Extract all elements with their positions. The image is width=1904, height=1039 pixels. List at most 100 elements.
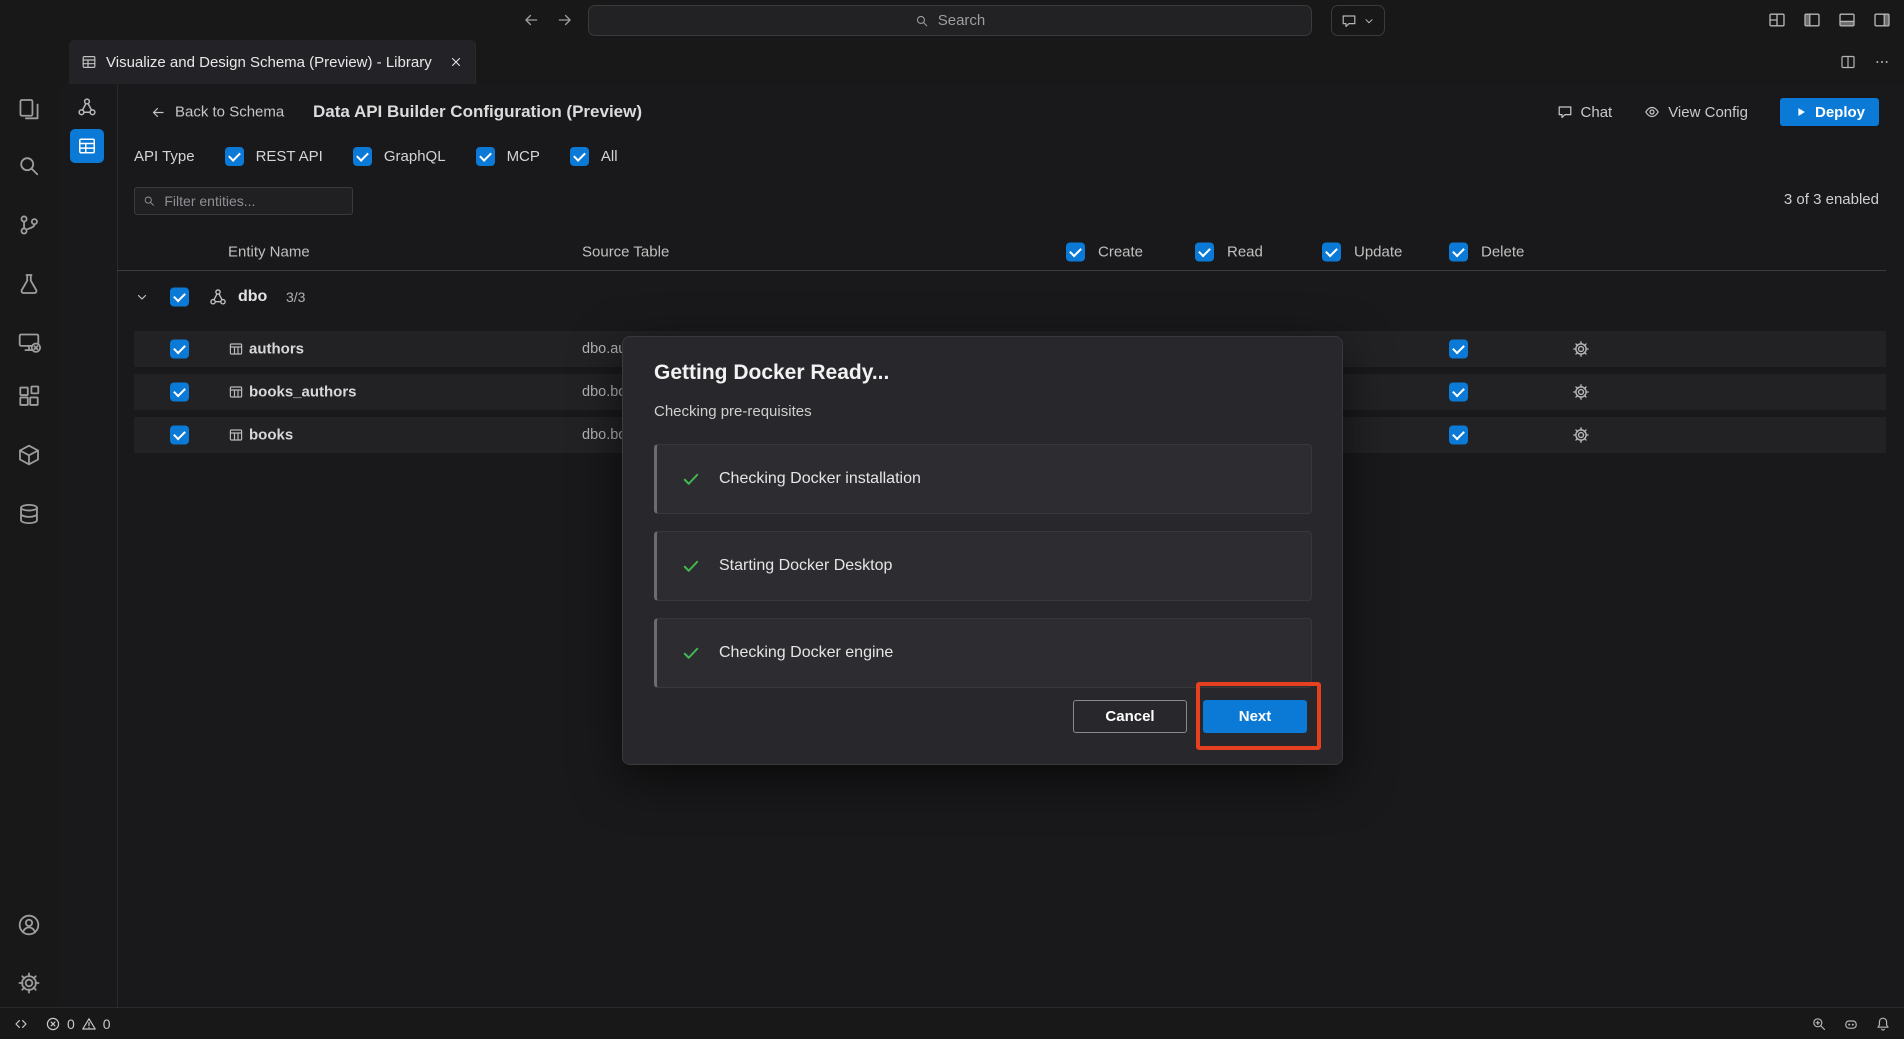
chat-button[interactable]: Chat bbox=[1557, 104, 1613, 121]
read-all-checkbox[interactable] bbox=[1195, 243, 1214, 262]
status-bar: 0 0 bbox=[0, 1007, 1904, 1039]
row-settings-gear-icon[interactable] bbox=[1572, 383, 1590, 401]
all-label: All bbox=[601, 148, 618, 165]
copilot-menu-button[interactable] bbox=[1331, 5, 1385, 36]
all-checkbox[interactable] bbox=[570, 147, 589, 166]
row-checkbox[interactable] bbox=[170, 383, 189, 402]
table-icon bbox=[228, 427, 244, 443]
extensions-icon bbox=[17, 385, 41, 409]
group-count: 3/3 bbox=[286, 289, 305, 305]
column-update: Update bbox=[1354, 244, 1402, 261]
settings-button[interactable] bbox=[17, 971, 41, 995]
view-config-label: View Config bbox=[1668, 104, 1748, 121]
toggle-secondary-sidebar-button[interactable] bbox=[1873, 11, 1891, 29]
zoom-magnifier-icon bbox=[1811, 1016, 1827, 1032]
problems-indicator[interactable]: 0 0 bbox=[45, 1016, 111, 1032]
delete-all-checkbox[interactable] bbox=[1449, 243, 1468, 262]
remote-disconnected-icon bbox=[17, 330, 41, 354]
settings-gear-icon bbox=[17, 971, 41, 995]
api-type-option-mcp[interactable]: MCP bbox=[476, 147, 540, 166]
sidebar-item-containers[interactable] bbox=[17, 443, 41, 467]
more-actions-button[interactable] bbox=[1874, 54, 1890, 70]
account-icon bbox=[17, 913, 41, 937]
notifications-button[interactable] bbox=[1875, 1016, 1891, 1032]
delete-checkbox[interactable] bbox=[1449, 383, 1468, 402]
mcp-checkbox[interactable] bbox=[476, 147, 495, 166]
nav-back-button[interactable] bbox=[522, 11, 540, 29]
update-all-checkbox[interactable] bbox=[1322, 243, 1341, 262]
container-cube-icon bbox=[17, 443, 41, 467]
zoom-indicator[interactable] bbox=[1811, 1016, 1827, 1032]
graphql-checkbox[interactable] bbox=[353, 147, 372, 166]
status-bar-right bbox=[1811, 1016, 1891, 1032]
filter-entities-field[interactable] bbox=[134, 187, 353, 215]
sidebar-item-explorer[interactable] bbox=[17, 97, 41, 121]
graphql-label: GraphQL bbox=[384, 148, 446, 165]
dialog-subtitle: Checking pre-requisites bbox=[654, 403, 812, 420]
error-count: 0 bbox=[67, 1016, 75, 1032]
copilot-status[interactable] bbox=[1843, 1016, 1859, 1032]
column-create: Create bbox=[1098, 244, 1143, 261]
schema-visualizer-tab[interactable] bbox=[70, 90, 104, 124]
chat-label: Chat bbox=[1581, 104, 1613, 121]
back-to-schema-button[interactable]: Back to Schema bbox=[150, 104, 284, 121]
account-button[interactable] bbox=[17, 913, 41, 937]
filter-row: 3 of 3 enabled bbox=[117, 187, 1904, 216]
delete-checkbox[interactable] bbox=[1449, 426, 1468, 445]
sidebar-item-testing[interactable] bbox=[17, 272, 41, 296]
view-config-button[interactable]: View Config bbox=[1644, 104, 1748, 121]
rest-api-label: REST API bbox=[256, 148, 323, 165]
enabled-summary: 3 of 3 enabled bbox=[1784, 191, 1879, 208]
api-type-option-graphql[interactable]: GraphQL bbox=[353, 147, 446, 166]
sidebar-item-extensions[interactable] bbox=[17, 385, 41, 409]
schema-designer-icon bbox=[81, 54, 97, 70]
prerequisite-steps: Checking Docker installation Starting Do… bbox=[654, 444, 1312, 705]
entity-name: books_authors bbox=[249, 384, 357, 401]
arrow-left-icon bbox=[150, 104, 166, 120]
api-type-option-all[interactable]: All bbox=[570, 147, 618, 166]
editor-tab[interactable]: Visualize and Design Schema (Preview) - … bbox=[69, 40, 476, 84]
group-checkbox[interactable] bbox=[170, 288, 189, 307]
nav-forward-button[interactable] bbox=[556, 11, 574, 29]
explorer-icon bbox=[17, 97, 41, 121]
rest-api-checkbox[interactable] bbox=[225, 147, 244, 166]
sidebar-item-source-control[interactable] bbox=[17, 213, 41, 237]
tab-title: Visualize and Design Schema (Preview) - … bbox=[106, 54, 440, 71]
page-header-actions: Chat View Config Deploy bbox=[1557, 98, 1879, 126]
copilot-icon bbox=[1843, 1016, 1859, 1032]
command-center-search[interactable]: Search bbox=[588, 5, 1312, 36]
next-button[interactable]: Next bbox=[1203, 700, 1307, 733]
getting-docker-ready-dialog: Getting Docker Ready... Checking pre-req… bbox=[622, 336, 1343, 765]
remote-icon bbox=[13, 1016, 29, 1032]
ellipsis-icon bbox=[1874, 54, 1890, 70]
copilot-chat-icon bbox=[1341, 13, 1357, 29]
dab-config-tab[interactable] bbox=[70, 129, 104, 163]
schema-group-row[interactable]: dbo 3/3 bbox=[117, 279, 1886, 315]
sidebar-item-database[interactable] bbox=[17, 502, 41, 526]
column-read: Read bbox=[1227, 244, 1263, 261]
toggle-panel-button[interactable] bbox=[1838, 11, 1856, 29]
delete-checkbox[interactable] bbox=[1449, 340, 1468, 359]
row-checkbox[interactable] bbox=[170, 340, 189, 359]
split-editor-button[interactable] bbox=[1840, 54, 1856, 70]
bell-icon bbox=[1875, 1016, 1891, 1032]
chat-bubble-icon bbox=[1557, 104, 1573, 120]
deploy-button[interactable]: Deploy bbox=[1780, 98, 1879, 126]
source-control-icon bbox=[17, 213, 41, 237]
close-tab-button[interactable] bbox=[449, 55, 463, 69]
toggle-primary-sidebar-button[interactable] bbox=[1803, 11, 1821, 29]
chevron-down-icon[interactable] bbox=[134, 289, 150, 305]
create-all-checkbox[interactable] bbox=[1066, 243, 1085, 262]
layout-grid-icon bbox=[1768, 11, 1786, 29]
row-settings-gear-icon[interactable] bbox=[1572, 340, 1590, 358]
sidebar-item-search[interactable] bbox=[17, 154, 41, 178]
sidebar-item-remote-explorer[interactable] bbox=[17, 330, 41, 354]
api-type-option-rest[interactable]: REST API bbox=[225, 147, 323, 166]
row-checkbox[interactable] bbox=[170, 426, 189, 445]
remote-indicator[interactable] bbox=[13, 1016, 29, 1032]
customize-layout-button[interactable] bbox=[1768, 11, 1786, 29]
cancel-button[interactable]: Cancel bbox=[1073, 700, 1187, 733]
filter-entities-input[interactable] bbox=[162, 192, 344, 210]
row-settings-gear-icon[interactable] bbox=[1572, 426, 1590, 444]
table-icon bbox=[228, 384, 244, 400]
